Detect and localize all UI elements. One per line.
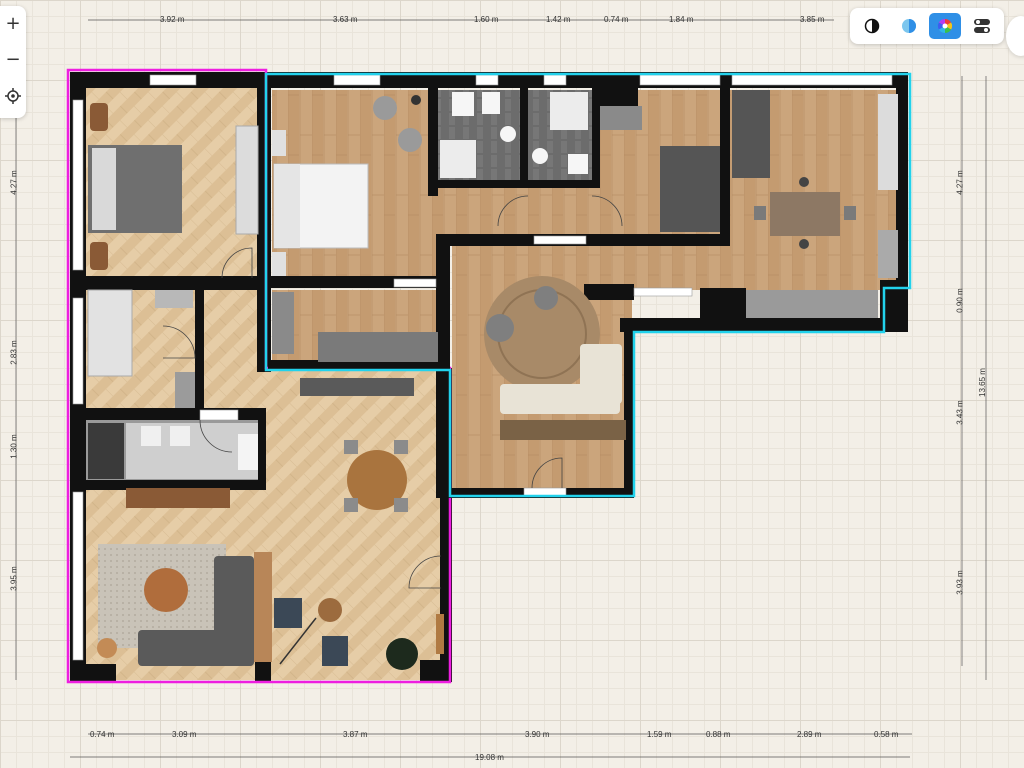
toggle-settings-button[interactable] <box>966 13 998 39</box>
dim-left-2: 2.83 m <box>9 340 19 365</box>
dim-top-1: 3.92 m <box>160 15 185 24</box>
crosshair-icon <box>5 88 21 104</box>
contrast-button[interactable] <box>856 13 888 39</box>
dim-top-4: 1.42 m <box>546 15 571 24</box>
dim-right-total: 13.65 m <box>977 368 987 397</box>
zoom-controls: + − <box>0 6 26 118</box>
dim-top-5: 0.74 m <box>604 15 629 24</box>
dim-bottom-4: 3.90 m <box>525 730 550 739</box>
dim-top-3: 1.60 m <box>474 15 499 24</box>
dim-bottom-7: 2.89 m <box>797 730 822 739</box>
color-palette-button[interactable] <box>929 13 962 39</box>
zoom-in-button[interactable]: + <box>0 6 26 42</box>
view-toolbar <box>850 8 1004 44</box>
water-drop-button[interactable] <box>893 13 925 39</box>
contrast-icon <box>865 18 880 34</box>
dim-right-2: 0.90 m <box>955 288 965 313</box>
dim-top-6: 1.84 m <box>669 15 694 24</box>
dim-top-2: 3.63 m <box>333 15 358 24</box>
dim-left-3: 1.30 m <box>9 434 19 459</box>
dim-bottom-total: 19.08 m <box>475 753 504 762</box>
floor-corridor-right <box>630 240 730 290</box>
dim-left-4: 3.95 m <box>9 566 19 591</box>
dim-bottom-1: 0.74 m <box>90 730 115 739</box>
dim-right-4: 3.93 m <box>955 570 965 595</box>
water-drop-icon <box>901 19 916 33</box>
toggle-settings-icon <box>973 19 990 33</box>
dim-bottom-5: 1.59 m <box>647 730 672 739</box>
floor-plan[interactable] <box>0 0 1024 768</box>
dim-bottom-6: 0.88 m <box>706 730 731 739</box>
dim-top-7: 3.85 m <box>800 15 825 24</box>
dim-bottom-8: 0.58 m <box>874 730 899 739</box>
zoom-out-button[interactable]: − <box>0 42 26 78</box>
dim-bottom-2: 3.09 m <box>172 730 197 739</box>
dim-right-3: 3.43 m <box>955 400 965 425</box>
dim-bottom-3: 3.87 m <box>343 730 368 739</box>
recenter-button[interactable] <box>0 78 26 114</box>
dim-right-1: 4.27 m <box>955 170 965 195</box>
color-palette-icon <box>938 18 953 34</box>
dim-left-1: 4.27 m <box>9 170 19 195</box>
